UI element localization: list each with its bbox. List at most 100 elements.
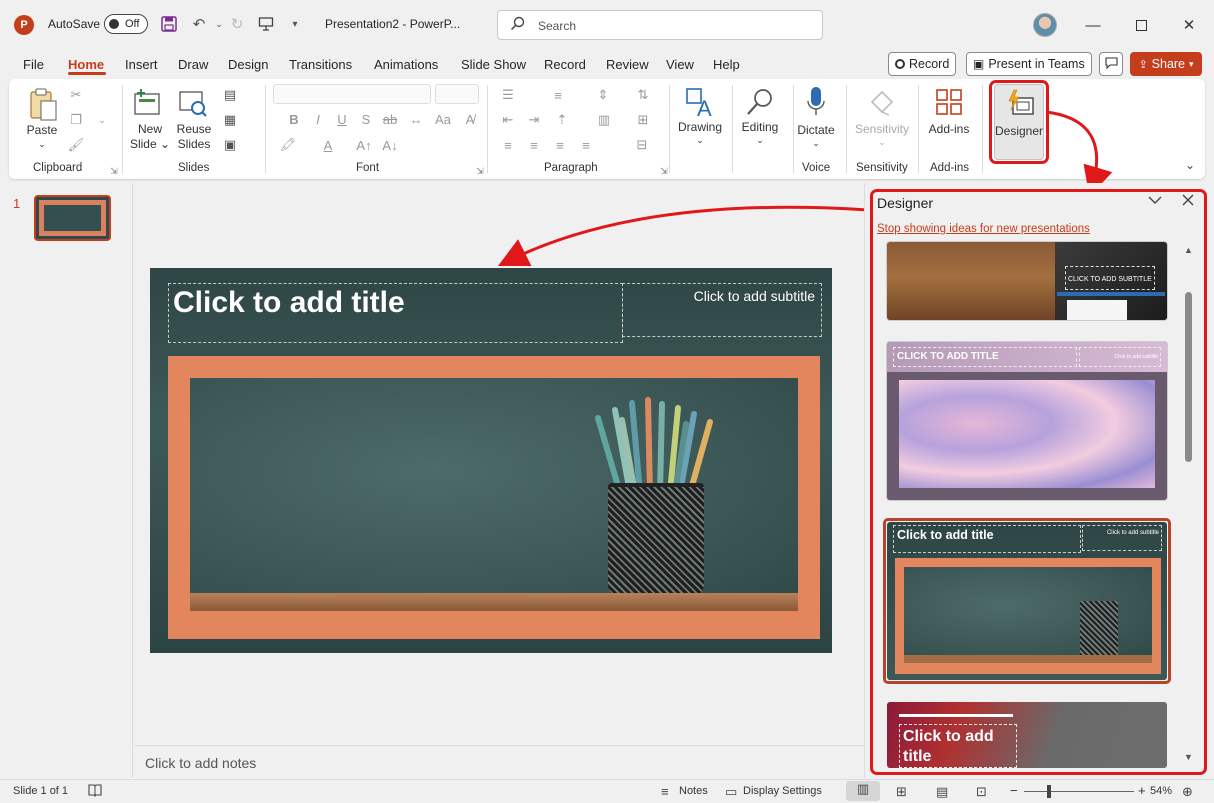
editing-find-icon[interactable] (744, 85, 776, 119)
title-placeholder[interactable]: Click to add title (168, 283, 623, 343)
zoom-level[interactable]: 54% (1150, 785, 1172, 797)
stop-showing-ideas-link[interactable]: Stop showing ideas for new presentations (877, 223, 1090, 235)
reset-icon[interactable]: ▦ (221, 112, 239, 128)
notes-icon[interactable]: ≡ (661, 784, 669, 799)
tab-file[interactable]: File (23, 57, 44, 72)
maximize-icon[interactable] (1126, 12, 1156, 38)
add-ins-icon[interactable] (934, 87, 964, 117)
close-pane-icon[interactable] (1182, 193, 1194, 210)
font-name-select[interactable] (273, 84, 431, 104)
search-input[interactable]: Search (497, 10, 823, 40)
design-idea-2[interactable]: CLICK TO ADD TITLE Click to add subtitle (887, 342, 1167, 500)
slide-thumbnail[interactable] (34, 195, 111, 241)
change-case-icon[interactable]: Aa (434, 111, 452, 127)
bullets-icon[interactable]: ☰ (499, 87, 517, 103)
columns-icon[interactable]: ▥ (595, 112, 613, 128)
ribbon-collapse-icon[interactable]: ⌄ (1181, 157, 1199, 173)
notes-pane[interactable]: Click to add notes (134, 745, 864, 778)
microphone-icon[interactable] (803, 85, 829, 119)
fit-slide-icon[interactable]: ⊕ (1182, 784, 1193, 800)
paragraph-launcher-icon[interactable]: ⇲ (655, 163, 673, 179)
copy-icon[interactable]: ❐ (67, 112, 85, 128)
comments-button[interactable] (1099, 52, 1123, 76)
underline-button[interactable]: U (333, 111, 351, 127)
display-settings-icon[interactable]: ▭ (725, 784, 737, 800)
normal-view-icon[interactable]: ▥ (846, 781, 880, 801)
font-size-select[interactable] (435, 84, 479, 104)
decrease-font-icon[interactable]: A↓ (381, 137, 399, 153)
notes-toggle-label[interactable]: Notes (679, 785, 708, 797)
align-text-icon[interactable]: ⊟ (633, 137, 651, 153)
tab-draw[interactable]: Draw (178, 57, 208, 72)
zoom-slider-thumb[interactable] (1047, 785, 1051, 798)
drawing-dropdown-icon[interactable]: ⌄ (693, 133, 707, 148)
drawing-shapes-icon[interactable]: A (684, 85, 716, 121)
paste-label[interactable]: Paste (25, 123, 59, 138)
undo-icon[interactable]: ↶ (188, 13, 210, 35)
add-ins-label[interactable]: Add-ins (924, 122, 974, 137)
tab-record[interactable]: Record (544, 57, 586, 72)
present-in-teams-button[interactable]: ▣ Present in Teams (966, 52, 1092, 76)
clipboard-launcher-icon[interactable]: ⇲ (105, 163, 123, 179)
slide[interactable]: Click to add title Click to add subtitle (150, 268, 832, 653)
tab-home[interactable]: Home (68, 57, 104, 72)
display-settings-label[interactable]: Display Settings (743, 785, 822, 797)
zoom-in-button[interactable]: + (1138, 783, 1146, 798)
align-right-icon[interactable]: ≡ (551, 137, 569, 153)
reuse-slides-label[interactable]: Reuse Slides (173, 122, 215, 152)
dictate-dropdown-icon[interactable]: ⌄ (809, 136, 823, 151)
tab-insert[interactable]: Insert (125, 57, 158, 72)
autosave-toggle[interactable]: Off (104, 14, 148, 34)
bold-button[interactable]: B (285, 111, 303, 127)
tab-help[interactable]: Help (713, 57, 740, 72)
tab-view[interactable]: View (666, 57, 694, 72)
copy-dropdown-icon[interactable]: ⌄ (93, 112, 111, 128)
redo-icon[interactable]: ↻ (226, 13, 248, 35)
design-idea-4[interactable]: Click to add title (887, 702, 1167, 768)
line-spacing-icon[interactable]: ⇕ (594, 87, 612, 103)
share-button[interactable]: ⇪ Share ▾ (1130, 52, 1202, 76)
slideshow-view-icon[interactable]: ⊡ (976, 784, 987, 800)
tab-slide-show[interactable]: Slide Show (461, 57, 526, 72)
editing-dropdown-icon[interactable]: ⌄ (753, 133, 767, 148)
reading-view-icon[interactable]: ▤ (936, 784, 948, 800)
sort-icon[interactable]: ⇅ (634, 87, 652, 103)
scroll-up-arrow[interactable]: ▲ (1184, 245, 1193, 255)
zoom-out-button[interactable]: − (1010, 783, 1018, 798)
spacing-icon[interactable]: ↔ (407, 111, 425, 127)
accessibility-icon[interactable] (88, 784, 102, 800)
save-icon[interactable] (158, 13, 180, 35)
clear-formatting-icon[interactable]: A̸ (461, 111, 479, 127)
new-slide-icon[interactable] (133, 87, 163, 119)
zoom-slider-track[interactable] (1024, 791, 1134, 792)
close-icon[interactable]: ✕ (1174, 12, 1204, 38)
customize-qat-icon[interactable]: ▾ (284, 13, 306, 35)
decrease-indent-icon[interactable]: ⇤ (499, 112, 517, 128)
user-avatar[interactable] (1033, 13, 1057, 37)
slideshow-from-start-icon[interactable] (255, 13, 277, 35)
reuse-slides-icon[interactable] (177, 87, 209, 119)
new-slide-label[interactable]: New Slide ⌄ (129, 122, 171, 152)
increase-font-icon[interactable]: A↑ (355, 137, 373, 153)
minimize-icon[interactable]: — (1078, 12, 1108, 38)
tab-design[interactable]: Design (228, 57, 268, 72)
font-color-button[interactable]: A (319, 137, 337, 153)
paste-icon[interactable] (27, 87, 59, 121)
justify-icon[interactable]: ≡ (577, 137, 595, 153)
italic-button[interactable]: I (309, 111, 327, 127)
section-icon[interactable]: ▣ (221, 137, 239, 153)
chevron-down-icon[interactable] (1148, 193, 1162, 211)
shadow-button[interactable]: S (357, 111, 375, 127)
cut-icon[interactable]: ✂ (67, 87, 85, 103)
highlight-icon[interactable]: 🖍 (279, 137, 297, 153)
design-idea-1[interactable]: CLICK TO ADD SUBTITLE (887, 242, 1167, 320)
align-center-icon[interactable]: ≡ (525, 137, 543, 153)
smartart-icon[interactable]: ⊞ (634, 112, 652, 128)
align-left-icon[interactable]: ≡ (499, 137, 517, 153)
tab-transitions[interactable]: Transitions (289, 57, 352, 72)
layout-icon[interactable]: ▤ (221, 87, 239, 103)
tab-animations[interactable]: Animations (374, 57, 438, 72)
increase-indent-icon[interactable]: ⇥ (525, 112, 543, 128)
designer-scrollbar-thumb[interactable] (1185, 292, 1192, 462)
text-direction-icon[interactable]: ⇡ (553, 112, 571, 128)
